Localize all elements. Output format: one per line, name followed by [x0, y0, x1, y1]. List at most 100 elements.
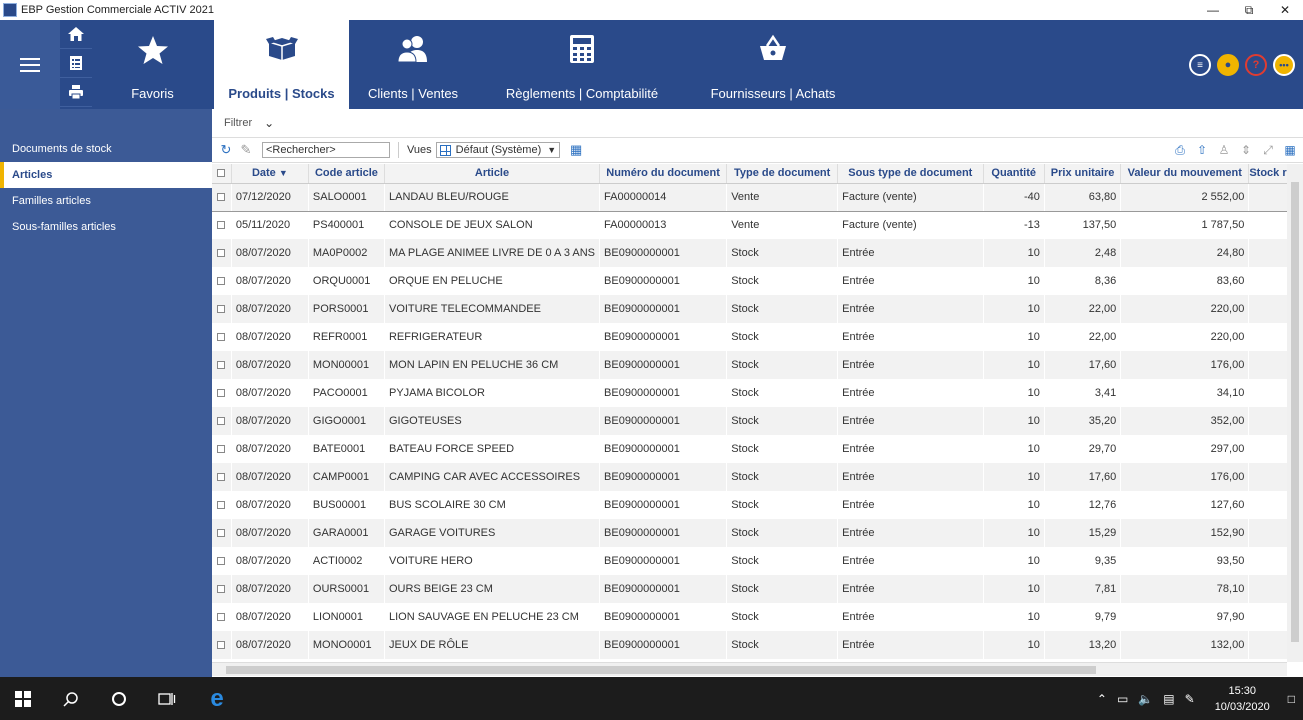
column-header-sous-type-document[interactable]: Sous type de document — [837, 164, 984, 184]
column-header-numero-document[interactable]: Numéro du document — [599, 164, 728, 184]
column-header-code-article[interactable]: Code article — [308, 164, 385, 184]
tab-fournisseurs-achats[interactable]: Fournisseurs | Achats — [690, 20, 856, 109]
table-cell: 176,00 — [1120, 463, 1249, 491]
row-checkbox[interactable] — [212, 631, 232, 659]
view-settings-icon[interactable]: ▦ — [568, 142, 584, 158]
edge-browser-icon[interactable]: e — [194, 677, 240, 720]
tab-favoris[interactable]: Favoris — [92, 20, 213, 109]
menu-circle-icon[interactable]: ≡ — [1189, 54, 1211, 76]
restore-icon[interactable]: ⧉ — [1231, 0, 1267, 20]
table-cell: CAMP0001 — [308, 463, 385, 491]
table-row[interactable]: 08/07/2020 BUS00001 BUS SCOLAIRE 30 CM BE09… — [212, 491, 1303, 519]
column-header-type-document[interactable]: Type de document — [726, 164, 839, 184]
horizontal-scrollbar[interactable] — [212, 662, 1287, 676]
sidebar-item-sous-familles-articles[interactable]: Sous-familles articles — [0, 214, 212, 240]
tab-clients-ventes[interactable]: Clients | Ventes — [350, 20, 476, 109]
help-icon[interactable]: ? — [1245, 54, 1267, 76]
row-checkbox[interactable] — [212, 211, 231, 239]
vertical-scrollbar[interactable] — [1287, 164, 1303, 662]
row-checkbox[interactable] — [212, 603, 231, 631]
bell-icon[interactable]: ● — [1217, 54, 1239, 76]
network-icon[interactable]: ▤ — [1163, 692, 1174, 706]
table-row[interactable]: 08/07/2020 MA0P0002 MA PLAGE ANIMEE LIVRE … — [212, 239, 1303, 267]
table-row[interactable]: 08/07/2020 ACTI0002 VOITURE HERO BE09000000… — [212, 547, 1303, 575]
more-icon[interactable]: ••• — [1273, 54, 1295, 76]
task-view-icon[interactable] — [144, 677, 190, 720]
table-row[interactable]: 07/12/2020 SALO0001 LANDAU BLEU/ROUGE FA000… — [212, 182, 1303, 212]
column-header-date[interactable]: Date ▼ — [231, 164, 309, 184]
user-icon[interactable]: ♙ — [1215, 142, 1233, 158]
select-all-checkbox[interactable] — [212, 164, 232, 184]
table-row[interactable]: 08/07/2020 BATE0001 BATEAU FORCE SPEED BE09… — [212, 435, 1303, 463]
column-header-prix-unitaire[interactable]: Prix unitaire — [1044, 164, 1122, 184]
row-checkbox[interactable] — [212, 239, 232, 267]
table-row[interactable]: 08/07/2020 OURS0001 OURS BEIGE 23 CM BE0900… — [212, 575, 1303, 603]
search-icon[interactable] — [48, 677, 94, 720]
row-checkbox[interactable] — [212, 267, 231, 295]
table-row[interactable]: 08/07/2020 LION0001 LION SAUVAGE EN PELUCH… — [212, 603, 1303, 631]
column-header-valeur-mouvement[interactable]: Valeur du mouvement — [1120, 164, 1250, 184]
filter-bar[interactable]: Filtrer ⌄ — [212, 109, 1303, 138]
table-row[interactable]: 08/07/2020 REFR0001 REFRIGERATEUR BE0900000… — [212, 323, 1303, 351]
battery-icon[interactable]: ▭ — [1117, 692, 1128, 706]
windows-start-icon[interactable] — [0, 677, 46, 720]
table-row[interactable]: 08/07/2020 PORS0001 VOITURE TELECOMMANDEE B… — [212, 295, 1303, 323]
sidebar-item-familles-articles[interactable]: Familles articles — [0, 188, 212, 214]
row-checkbox[interactable] — [212, 182, 232, 212]
table-row[interactable]: 08/07/2020 GIGO0001 GIGOTEUSES BE0900000001… — [212, 407, 1303, 435]
tab-reglements-comptabilite[interactable]: Règlements | Comptabilité — [476, 20, 688, 109]
columns-icon[interactable]: ▦ — [1281, 142, 1299, 158]
home-icon[interactable] — [60, 20, 92, 49]
table-row[interactable]: 08/07/2020 MON00001 MON LAPIN EN PELUCHE 3… — [212, 351, 1303, 379]
expand-icon[interactable]: ⤢ — [1259, 142, 1277, 158]
tab-produits-stocks[interactable]: Produits | Stocks — [214, 20, 349, 109]
pencil-icon[interactable]: ✎ — [238, 142, 254, 158]
print-menu-icon[interactable]: ⎙ — [1171, 142, 1189, 158]
hamburger-menu-button[interactable] — [0, 20, 60, 109]
table-cell: 29,70 — [1088, 443, 1117, 455]
scrollbar-thumb[interactable] — [226, 666, 1096, 674]
table-cell: MONO0001 — [308, 631, 385, 659]
printer-icon[interactable] — [60, 78, 92, 107]
document-list-icon[interactable] — [60, 49, 92, 78]
cortana-icon[interactable] — [96, 677, 142, 720]
export-menu-icon[interactable]: ⇧ — [1193, 142, 1211, 158]
chevron-up-icon[interactable]: ⌃ — [1097, 692, 1107, 706]
row-checkbox[interactable] — [212, 323, 231, 351]
minimize-icon[interactable]: — — [1195, 0, 1231, 20]
row-checkbox[interactable] — [212, 491, 231, 519]
close-icon[interactable]: ✕ — [1267, 0, 1303, 20]
sidebar-item-documents-de-stock[interactable]: Documents de stock — [0, 136, 212, 162]
row-checkbox[interactable] — [212, 547, 231, 575]
table-row[interactable]: 08/07/2020 GARA0001 GARAGE VOITURES BE09000… — [212, 519, 1303, 547]
table-cell: OURS BEIGE 23 CM — [384, 575, 600, 603]
table-row[interactable]: 05/11/2020 PS400001 CONSOLE DE JEUX SALON F… — [212, 211, 1303, 239]
row-checkbox[interactable] — [212, 575, 232, 603]
notifications-icon[interactable]: □ — [1288, 692, 1295, 706]
table-row[interactable]: 08/07/2020 CAMP0001 CAMPING CAR AVEC ACCES… — [212, 463, 1303, 491]
table-cell: -40 — [983, 182, 1045, 212]
column-header-article[interactable]: Article — [384, 164, 601, 184]
row-checkbox[interactable] — [212, 435, 231, 463]
collapse-icon[interactable]: ⇕ — [1237, 142, 1255, 158]
search-input[interactable]: <Rechercher> — [262, 142, 390, 158]
row-checkbox[interactable] — [212, 463, 232, 491]
view-select[interactable]: Défaut (Système) ▼ — [435, 142, 561, 158]
scrollbar-thumb[interactable] — [1291, 182, 1299, 642]
refresh-icon[interactable]: ↻ — [218, 142, 234, 158]
row-checkbox[interactable] — [212, 351, 232, 379]
table-cell: 17,60 — [1044, 463, 1121, 491]
chevron-down-icon[interactable]: ⌄ — [264, 116, 274, 130]
pen-icon[interactable]: ✎ — [1185, 692, 1195, 706]
column-header-quantite[interactable]: Quantité — [983, 164, 1045, 184]
row-checkbox[interactable] — [212, 407, 232, 435]
sidebar-item-articles[interactable]: Articles — [0, 162, 212, 188]
table-row[interactable]: 08/07/2020 PACO0001 PYJAMA BICOLOR BE090000… — [212, 379, 1303, 407]
speaker-muted-icon[interactable]: 🔈 — [1138, 692, 1153, 706]
table-row[interactable]: 08/07/2020 ORQU0001 ORQUE EN PELUCHE BE0900… — [212, 267, 1303, 295]
clock[interactable]: 15:30 10/03/2020 — [1215, 683, 1270, 715]
row-checkbox[interactable] — [212, 519, 232, 547]
row-checkbox[interactable] — [212, 379, 231, 407]
table-row[interactable]: 08/07/2020 MONO0001 JEUX DE RÔLE BE09000000… — [212, 631, 1303, 659]
row-checkbox[interactable] — [212, 295, 232, 323]
